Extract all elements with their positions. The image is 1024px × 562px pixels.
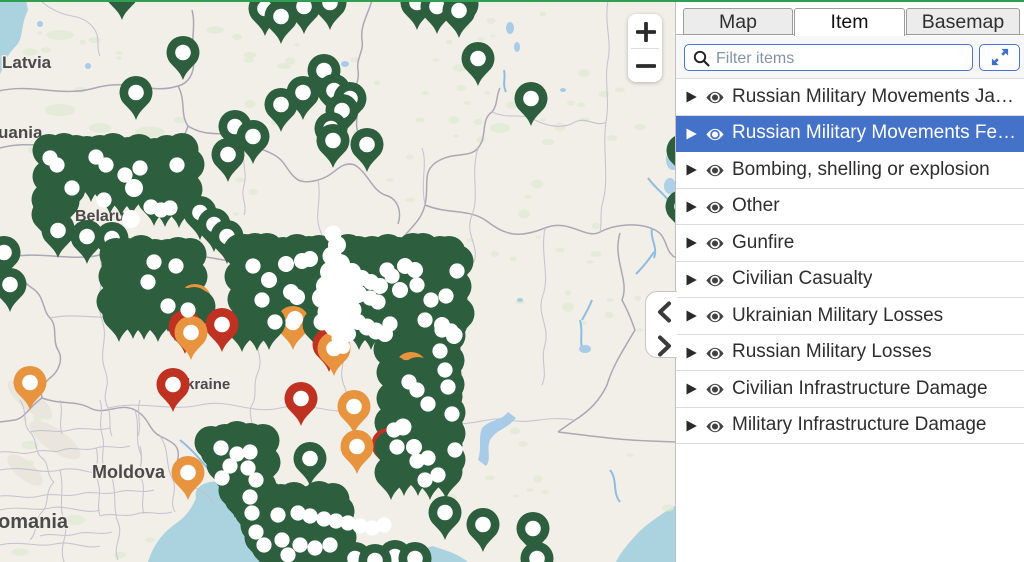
- svg-text:omania: omania: [0, 511, 69, 533]
- svg-text:Moldova: Moldova: [92, 462, 166, 482]
- svg-text:kraine: kraine: [186, 376, 230, 393]
- svg-text:Latvia: Latvia: [2, 53, 52, 72]
- svg-text:uania: uania: [0, 123, 43, 142]
